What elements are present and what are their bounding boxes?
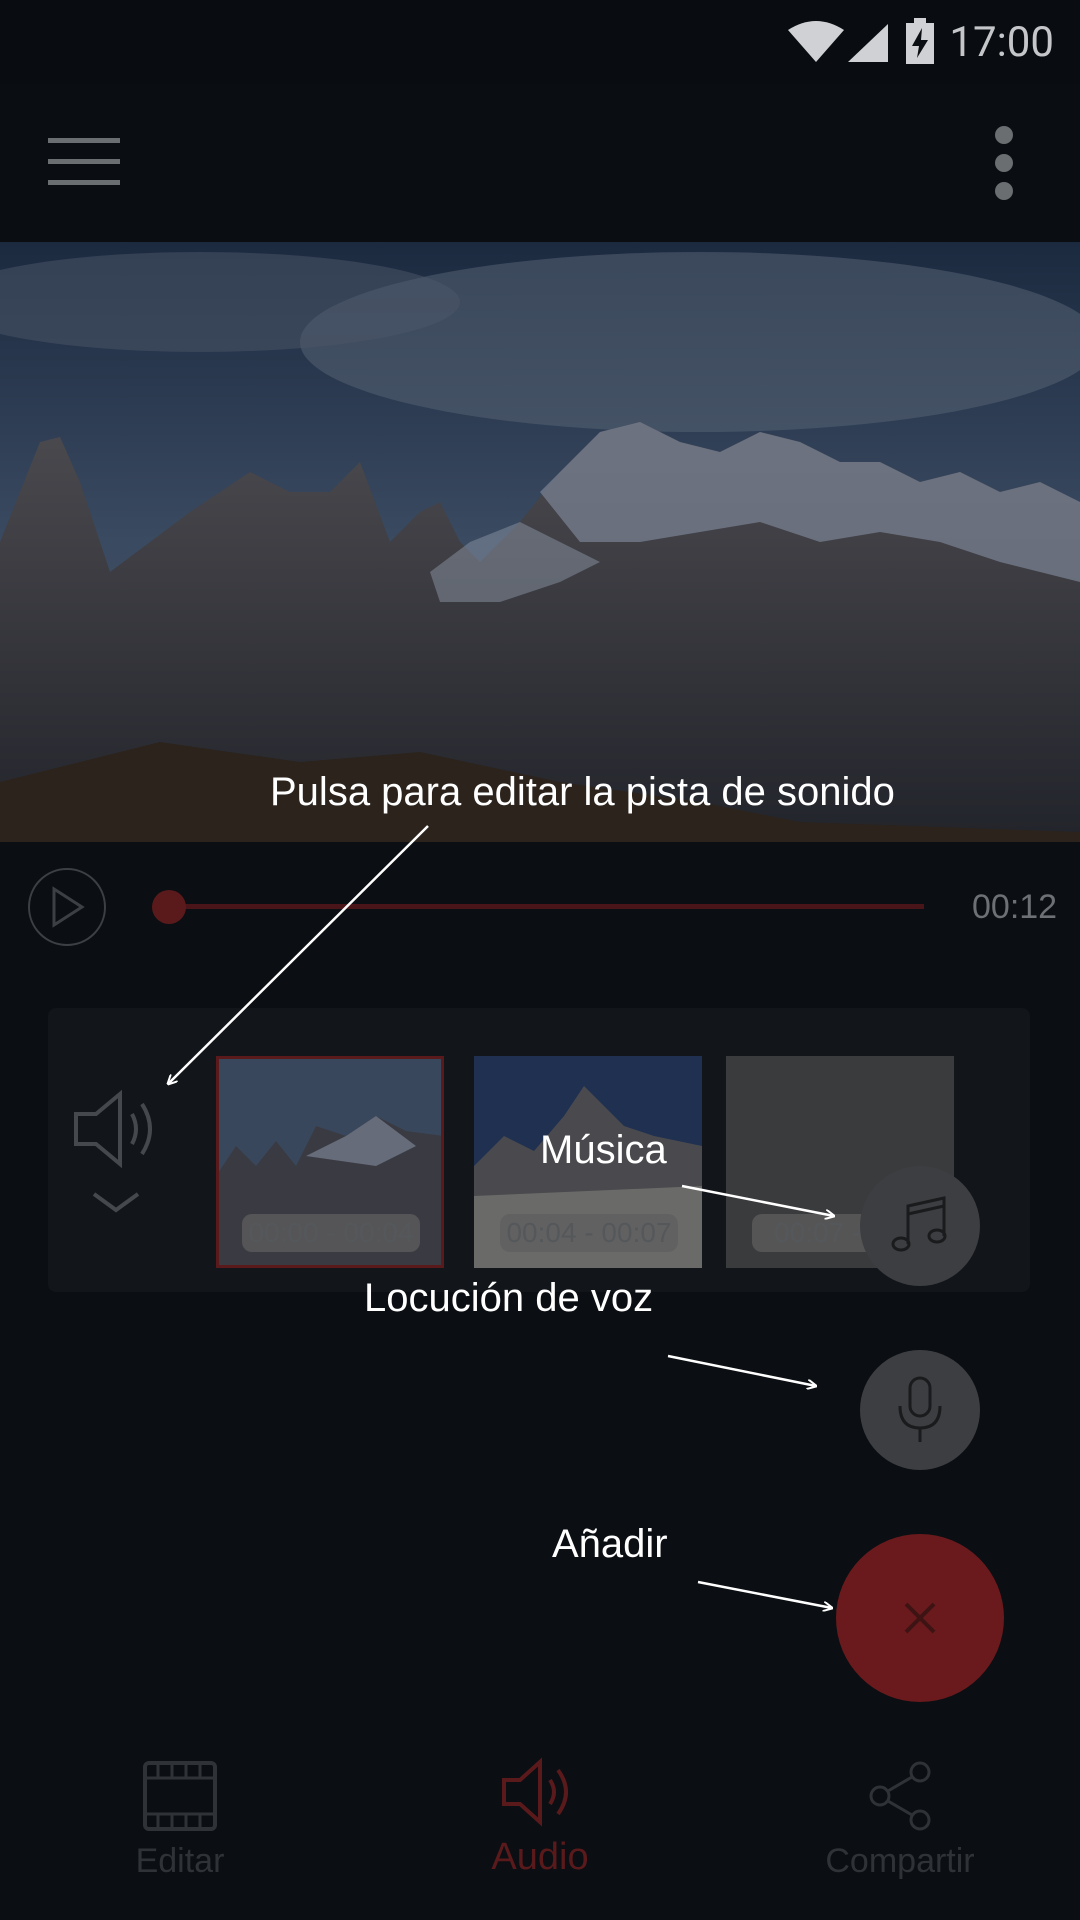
arrow-voice (667, 1354, 816, 1386)
clip-time-label: 00:04 - 00:07 (500, 1214, 678, 1252)
nav-label: Compartir (825, 1842, 975, 1880)
add-voice-button[interactable] (860, 1350, 980, 1470)
nav-label: Audio (491, 1836, 589, 1878)
signal-icon (848, 24, 888, 62)
speaker-icon (74, 1089, 152, 1213)
annotation-add: Añadir (552, 1522, 668, 1566)
menu-icon[interactable] (40, 130, 120, 192)
status-time: 17:00 (949, 18, 1054, 67)
annotation-voice: Locución de voz (364, 1276, 654, 1320)
nav-label: Editar (135, 1842, 225, 1880)
arrow-add (697, 1580, 832, 1608)
microphone-icon (898, 1376, 942, 1442)
film-icon (143, 1761, 217, 1831)
seek-handle[interactable] (152, 890, 186, 924)
seek-track[interactable] (154, 904, 924, 909)
annotation-music: Música (540, 1128, 667, 1172)
preview-image (0, 242, 1080, 842)
add-fab-button[interactable] (836, 1534, 1004, 1702)
share-icon (869, 1761, 931, 1831)
add-music-button[interactable] (860, 1166, 980, 1286)
nav-item-editar[interactable]: Editar (30, 1740, 330, 1920)
speaker-icon (502, 1757, 568, 1827)
video-preview[interactable] (0, 242, 1080, 842)
annotation-sound-track: Pulsa para editar la pista de sonido (270, 770, 895, 814)
status-bar: 17:00 (0, 0, 1080, 84)
close-icon (904, 1602, 936, 1634)
nav-item-compartir[interactable]: Compartir (750, 1740, 1050, 1920)
nav-item-audio[interactable]: Audio (390, 1740, 690, 1920)
sound-track-toggle[interactable] (68, 1084, 178, 1234)
bottom-nav: Editar Audio Compartir (0, 1740, 1080, 1920)
clip-selection-border (216, 1056, 444, 1268)
music-note-icon (891, 1196, 947, 1252)
play-icon (52, 886, 85, 928)
app-bar (0, 84, 1080, 242)
battery-charging-icon (906, 18, 934, 64)
wifi-icon (788, 21, 844, 62)
more-vert-icon[interactable] (990, 124, 1020, 204)
clip-1[interactable]: 00:00 - 00:04 (216, 1056, 444, 1268)
elapsed-time: 00:12 (972, 888, 1058, 926)
play-button[interactable] (28, 868, 106, 946)
